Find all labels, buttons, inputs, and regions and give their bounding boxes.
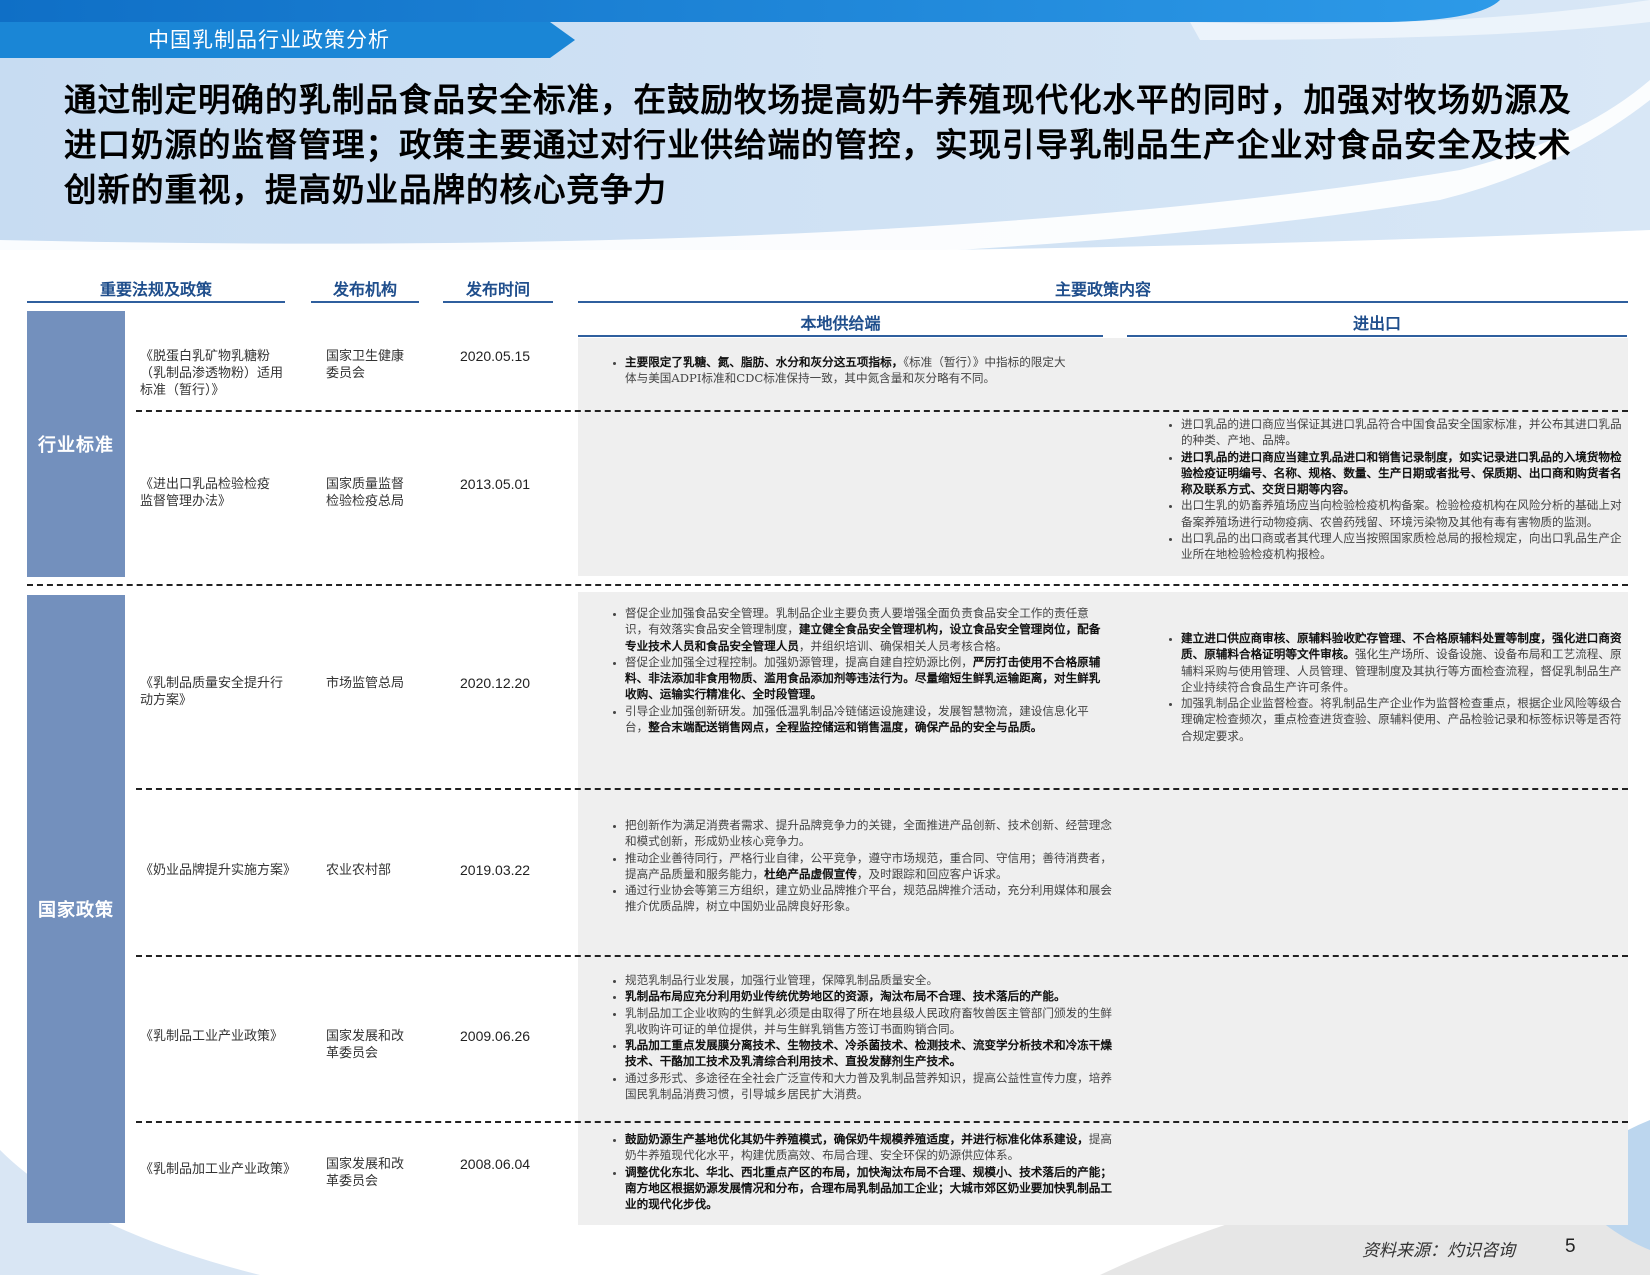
list-item: 出口生乳的奶畜养殖场应当向检验检疫机构备案。检验检疫机构在风险分析的基础上对备案… <box>1181 497 1633 530</box>
issuing-org: 国家卫生健康委员会 <box>326 349 405 381</box>
policy-name: 《乳制品工业产业政策》 <box>140 1029 284 1044</box>
subheader-local-supply: 本地供给端 <box>800 314 881 333</box>
page-number: 5 <box>1565 1236 1576 1257</box>
local-supply-list: 督促企业加强食品安全管理。乳制品企业主要负责人要增强全面负责食品安全工作的责任意… <box>607 605 1107 735</box>
list-item: 出口乳品的出口商或者其代理人应当按照国家质检总局的报检规定，向出口乳品生产企业所… <box>1181 530 1633 563</box>
policy-name: 《乳制品质量安全提升行动方案》 <box>140 676 284 708</box>
column-header-content: 主要政策内容 <box>1054 280 1151 299</box>
import-export-list: 进口乳品的进口商应当保证其进口乳品符合中国食品安全国家标准，并公布其进口乳品的种… <box>1163 416 1633 563</box>
group-label-industry-standard: 行业标准 <box>27 311 125 577</box>
issuing-org: 市场监管总局 <box>326 676 405 691</box>
row-divider <box>136 410 1628 412</box>
column-header-org: 发布机构 <box>332 280 397 299</box>
subheader-import-export: 进出口 <box>1352 314 1401 333</box>
issue-date: 2020.12.20 <box>460 675 531 691</box>
list-item: 引导企业加强创新研发。加强低温乳制品冷链储运设施建设，发展智慧物流，建设信息化平… <box>625 703 1107 736</box>
issuing-org: 国家发展和改革委员会 <box>326 1029 405 1061</box>
group-label-national-policy: 国家政策 <box>27 595 125 1223</box>
list-item: 鼓励奶源生产基地优化其奶牛养殖模式，确保奶牛规模养殖适度，并进行标准化体系建设，… <box>625 1131 1117 1164</box>
policy-name: 《奶业品牌提升实施方案》 <box>140 863 297 878</box>
row-divider <box>136 788 1628 790</box>
policy-name: 《脱蛋白乳矿物乳糖粉（乳制品渗透物粉）适用标准（暂行）》 <box>140 349 284 398</box>
group-divider <box>27 584 1628 586</box>
issue-date: 2008.06.04 <box>460 1156 531 1172</box>
issuing-org: 国家发展和改革委员会 <box>326 1157 405 1189</box>
list-item: 把创新作为满足消费者需求、提升品牌竞争力的关键，全面推进产品创新、技术创新、经营… <box>625 817 1117 850</box>
column-underline <box>27 301 285 303</box>
subheader-underline <box>578 335 1103 337</box>
column-header-date: 发布时间 <box>465 280 530 299</box>
issue-date: 2013.05.01 <box>460 476 531 492</box>
column-header-policy: 重要法规及政策 <box>99 280 212 299</box>
issue-date: 2019.03.22 <box>460 862 531 878</box>
issue-date: 2009.06.26 <box>460 1028 531 1044</box>
list-item: 调整优化东北、华北、西北重点产区的布局，加快淘汰布局不合理、规模小、技术落后的产… <box>625 1164 1117 1213</box>
list-item: 进口乳品的进口商应当保证其进口乳品符合中国食品安全国家标准，并公布其进口乳品的种… <box>1181 416 1633 449</box>
headline: 通过制定明确的乳制品食品安全标准，在鼓励牧场提高奶牛养殖现代化水平的同时，加强对… <box>64 81 1572 209</box>
list-item: 乳制品加工企业收购的生鲜乳必须是由取得了所在地县级人民政府畜牧兽医主管部门颁发的… <box>625 1005 1117 1038</box>
list-item: 建立进口供应商审核、原辅料验收贮存管理、不合格原辅料处置等制度，强化进口商资质、… <box>1181 630 1633 695</box>
list-item: 乳制品布局应充分利用奶业传统优势地区的资源，淘汰布局不合理、技术落后的产能。 <box>625 988 1117 1004</box>
list-item: 乳品加工重点发展膜分离技术、生物技术、冷杀菌技术、检测技术、流变学分析技术和冷冻… <box>625 1037 1117 1070</box>
list-item: 督促企业加强食品安全管理。乳制品企业主要负责人要增强全面负责食品安全工作的责任意… <box>625 605 1107 654</box>
list-item: 主要限定了乳糖、氮、脂肪、水分和灰分这五项指标，《标准（暂行）》中指标的限定大体… <box>625 354 1075 387</box>
issue-date: 2020.05.15 <box>460 348 531 364</box>
local-supply-list: 鼓励奶源生产基地优化其奶牛养殖模式，确保奶牛规模养殖适度，并进行标准化体系建设，… <box>607 1131 1117 1212</box>
section-title: 中国乳制品行业政策分析 <box>148 28 390 52</box>
column-underline <box>311 301 419 303</box>
column-underline <box>578 301 1628 303</box>
row-divider <box>136 1121 1628 1123</box>
list-item: 规范乳制品行业发展，加强行业管理，保障乳制品质量安全。 <box>625 972 1117 988</box>
source-note: 资料来源：灼识咨询 <box>1362 1241 1515 1261</box>
column-underline <box>443 301 553 303</box>
policy-name: 《乳制品加工业产业政策》 <box>140 1162 297 1177</box>
list-item: 加强乳制品企业监督检查。将乳制品生产企业作为监督检查重点，根据企业风险等级合理确… <box>1181 695 1633 744</box>
list-item: 进口乳品的进口商应当建立乳品进口和销售记录制度，如实记录进口乳品的入境货物检验检… <box>1181 449 1633 498</box>
list-item: 督促企业加强全过程控制。加强奶源管理，提高自建自控奶源比例，严厉打击使用不合格原… <box>625 654 1107 703</box>
local-supply-list: 把创新作为满足消费者需求、提升品牌竞争力的关键，全面推进产品创新、技术创新、经营… <box>607 817 1117 915</box>
subheader-underline <box>1127 335 1627 337</box>
issuing-org: 农业农村部 <box>326 863 392 878</box>
import-export-list: 建立进口供应商审核、原辅料验收贮存管理、不合格原辅料处置等制度，强化进口商资质、… <box>1163 630 1633 744</box>
local-supply-list: 规范乳制品行业发展，加强行业管理，保障乳制品质量安全。 乳制品布局应充分利用奶业… <box>607 972 1117 1102</box>
local-supply-list: 主要限定了乳糖、氮、脂肪、水分和灰分这五项指标，《标准（暂行）》中指标的限定大体… <box>607 354 1075 387</box>
list-item: 推动企业善待同行，严格行业自律，公平竞争，遵守市场规范，重合同、守信用；善待消费… <box>625 850 1117 883</box>
issuing-org: 国家质量监督检验检疫总局 <box>326 477 405 509</box>
list-item: 通过多形式、多途径在全社会广泛宣传和大力普及乳制品营养知识，提高公益性宣传力度，… <box>625 1070 1117 1103</box>
policy-name: 《进出口乳品检验检疫监督管理办法》 <box>140 477 271 509</box>
list-item: 通过行业协会等第三方组织，建立奶业品牌推介平台，规范品牌推介活动，充分利用媒体和… <box>625 882 1117 915</box>
row-divider <box>136 955 1628 957</box>
